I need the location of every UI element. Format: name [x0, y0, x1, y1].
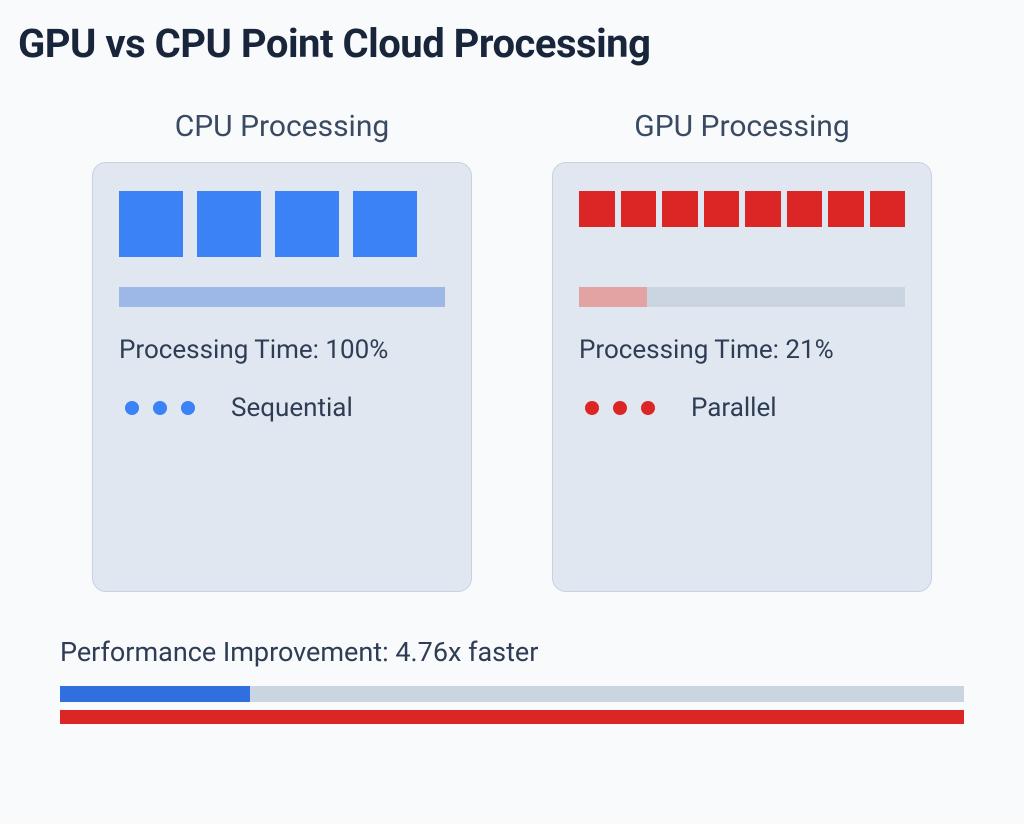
- performance-label: Performance Improvement: 4.76x faster: [60, 636, 964, 668]
- gpu-panel: GPU Processing Processing Time: 21%: [552, 109, 932, 592]
- cpu-core-icon: [119, 191, 183, 257]
- gpu-progress-fill: [579, 287, 647, 307]
- gpu-card: Processing Time: 21% Parallel: [552, 162, 932, 592]
- cpu-panel-title: CPU Processing: [92, 109, 472, 144]
- page-title: GPU vs CPU Point Cloud Processing: [18, 20, 1006, 67]
- dot-icon: [613, 401, 627, 415]
- dot-icon: [641, 401, 655, 415]
- gpu-cores: [579, 191, 905, 227]
- gpu-dots-icon: [585, 401, 655, 415]
- cpu-core-icon: [353, 191, 417, 257]
- cpu-core-icon: [275, 191, 339, 257]
- dot-icon: [585, 401, 599, 415]
- comparison-bar-cpu: [60, 710, 964, 724]
- comparison-bar-gpu: [60, 686, 250, 702]
- panels: CPU Processing Processing Time: 100% Seq…: [18, 109, 1006, 592]
- cpu-processing-time: Processing Time: 100%: [119, 335, 445, 365]
- cpu-mode-row: Sequential: [119, 393, 445, 423]
- dot-icon: [153, 401, 167, 415]
- gpu-processing-time: Processing Time: 21%: [579, 335, 905, 365]
- footer: Performance Improvement: 4.76x faster: [60, 636, 964, 724]
- cpu-progress-bar: [119, 287, 445, 307]
- gpu-core-icon: [704, 191, 740, 227]
- gpu-mode-label: Parallel: [691, 393, 777, 423]
- gpu-core-icon: [662, 191, 698, 227]
- gpu-core-icon: [828, 191, 864, 227]
- cpu-card: Processing Time: 100% Sequential: [92, 162, 472, 592]
- cpu-cores: [119, 191, 445, 257]
- cpu-dots-icon: [125, 401, 195, 415]
- cpu-core-icon: [197, 191, 261, 257]
- cpu-mode-label: Sequential: [231, 393, 353, 423]
- gpu-core-icon: [745, 191, 781, 227]
- comparison-bar-track: [60, 686, 964, 702]
- dot-icon: [181, 401, 195, 415]
- cpu-progress-fill: [119, 287, 445, 307]
- gpu-panel-title: GPU Processing: [552, 109, 932, 144]
- dot-icon: [125, 401, 139, 415]
- gpu-core-icon: [870, 191, 906, 227]
- gpu-core-icon: [621, 191, 657, 227]
- gpu-progress-bar: [579, 287, 905, 307]
- gpu-core-icon: [787, 191, 823, 227]
- gpu-core-icon: [579, 191, 615, 227]
- gpu-mode-row: Parallel: [579, 393, 905, 423]
- cpu-panel: CPU Processing Processing Time: 100% Seq…: [92, 109, 472, 592]
